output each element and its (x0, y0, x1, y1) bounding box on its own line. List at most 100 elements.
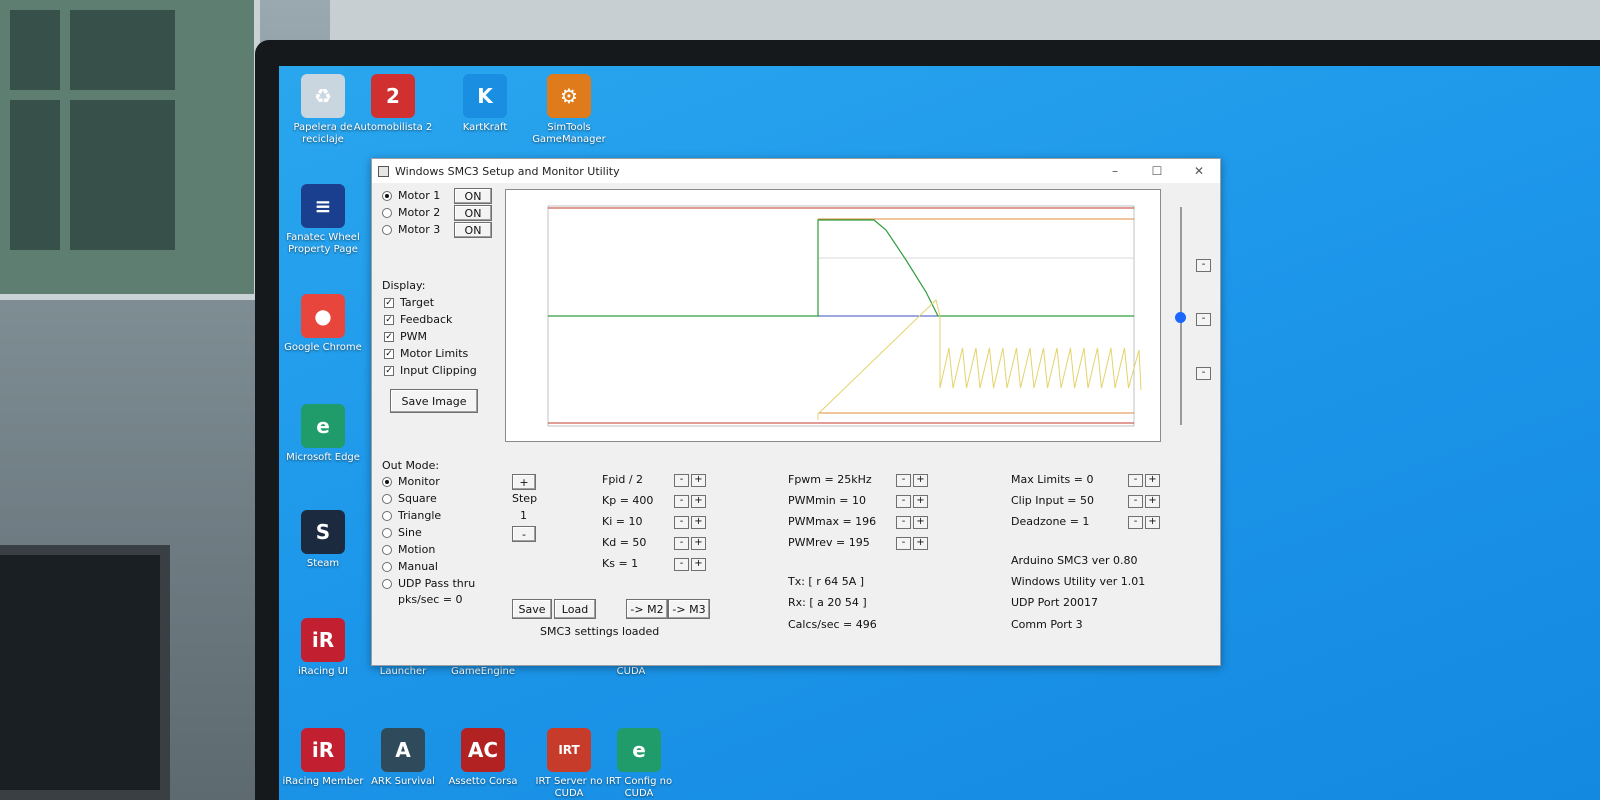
desktop-icon-ark[interactable]: A ARK Survival (361, 728, 445, 788)
pid-param-0: Fpid / 2 (602, 473, 644, 486)
out-mode-udp-pass-thru-radio[interactable]: UDP Pass thru (382, 577, 475, 590)
pid-increment-button-4[interactable]: + (691, 558, 706, 571)
limits-decrement-button-2[interactable]: - (1128, 516, 1143, 529)
display-motor-limits-checkbox[interactable]: ✓ Motor Limits (384, 347, 468, 360)
radio-label: Triangle (398, 509, 442, 522)
pid-decrement-button-3[interactable]: - (674, 537, 689, 550)
out-mode-square-radio[interactable]: Square (382, 492, 437, 505)
motor-3-radio[interactable]: Motor 3 (382, 223, 440, 236)
step-label: Step (512, 492, 538, 505)
copy-to-m2-button[interactable]: -> M2 (626, 599, 668, 619)
scale-button-top[interactable]: - (1196, 259, 1211, 272)
motor-3-on-button[interactable]: ON (454, 222, 492, 238)
load-button[interactable]: Load (554, 599, 596, 619)
pid-decrement-button-1[interactable]: - (674, 495, 689, 508)
out-mode-motion-radio[interactable]: Motion (382, 543, 435, 556)
radio-indicator (382, 561, 392, 572)
minimize-button[interactable]: – (1094, 159, 1136, 183)
save-button[interactable]: Save (512, 599, 552, 619)
motor-2-radio[interactable]: Motor 2 (382, 206, 440, 219)
display-input-clipping-checkbox[interactable]: ✓ Input Clipping (384, 364, 477, 377)
radio-indicator (382, 224, 392, 235)
close-button[interactable]: ✕ (1178, 159, 1220, 183)
desktop-icon-iracing-ui[interactable]: iR iRacing UI (281, 618, 365, 678)
limits-decrement-button-1[interactable]: - (1128, 495, 1143, 508)
copy-to-m3-button[interactable]: -> M3 (668, 599, 710, 619)
limits-increment-button-1[interactable]: + (1145, 495, 1160, 508)
desktop-icon-simtools[interactable]: ⚙ SimTools GameManager (527, 74, 611, 146)
maximize-button[interactable]: ☐ (1136, 159, 1178, 183)
pwm-decrement-button-2[interactable]: - (896, 516, 911, 529)
windows-desktop: ♻ Papelera de reciclaje 2 Automobilista 2KK… (279, 66, 1600, 800)
pwm-decrement-button-1[interactable]: - (896, 495, 911, 508)
out-mode-triangle-radio[interactable]: Triangle (382, 509, 441, 522)
desktop-icon-label: Steam (306, 558, 340, 569)
radio-indicator (382, 476, 392, 487)
pid-increment-button-1[interactable]: + (691, 495, 706, 508)
out-mode-manual-radio[interactable]: Manual (382, 560, 438, 573)
desktop-icon-chrome[interactable]: ● Google Chrome (281, 294, 365, 354)
target-trace (548, 219, 1134, 317)
pwm-increment-button-1[interactable]: + (913, 495, 928, 508)
desktop-icon-gameengine[interactable]: GameEngine (441, 666, 525, 678)
iracing-ui-icon: iR (301, 618, 345, 662)
pid-increment-button-0[interactable]: + (691, 474, 706, 487)
desktop-icon-ams2[interactable]: 2 Automobilista 2 (351, 74, 435, 134)
desktop-icon-kartkraft[interactable]: K KartKraft (443, 74, 527, 134)
window-titlebar[interactable]: Windows SMC3 Setup and Monitor Utility –… (372, 159, 1220, 183)
checkbox-label: Motor Limits (400, 347, 469, 360)
desktop-icon-assetto[interactable]: AC Assetto Corsa (441, 728, 525, 788)
motor-2-on-button[interactable]: ON (454, 205, 492, 221)
step-minus-button[interactable]: - (512, 526, 536, 542)
desktop-icon-launcher[interactable]: Launcher (361, 666, 445, 678)
checkbox-label: PWM (400, 330, 428, 343)
desktop-icon-cuda1[interactable]: CUDA (589, 666, 673, 678)
pwm-decrement-button-3[interactable]: - (896, 537, 911, 550)
radio-label: UDP Pass thru (398, 577, 476, 590)
radio-indicator (382, 207, 392, 218)
pwm-increment-button-2[interactable]: + (913, 516, 928, 529)
desktop-icon-irt-config[interactable]: e IRT Config no CUDA (597, 728, 681, 800)
chrome-icon: ● (301, 294, 345, 338)
window-content: - - - Display: Save Image Out Mode: pks/… (372, 183, 1220, 665)
arduino-version: Arduino SMC3 ver 0.80 (1011, 554, 1138, 567)
limits-param-1: Clip Input = 50 (1011, 494, 1094, 507)
display-target-checkbox[interactable]: ✓ Target (384, 296, 434, 309)
checkbox-box: ✓ (384, 348, 394, 359)
pid-decrement-button-0[interactable]: - (674, 474, 689, 487)
desktop-icon-edge[interactable]: e Microsoft Edge (281, 404, 365, 464)
display-pwm-checkbox[interactable]: ✓ PWM (384, 330, 427, 343)
pwm-increment-button-3[interactable]: + (913, 537, 928, 550)
limits-increment-button-0[interactable]: + (1145, 474, 1160, 487)
motor-1-radio[interactable]: Motor 1 (382, 189, 440, 202)
pid-increment-button-2[interactable]: + (691, 516, 706, 529)
radio-indicator (382, 527, 392, 538)
radio-indicator (382, 544, 392, 555)
limits-increment-button-2[interactable]: + (1145, 516, 1160, 529)
desktop-icon-fanatec[interactable]: ≡ Fanatec Wheel Property Page (281, 184, 365, 256)
step-plus-button[interactable]: + (512, 474, 536, 490)
pwm-increment-button-0[interactable]: + (913, 474, 928, 487)
ams2-icon: 2 (371, 74, 415, 118)
radio-label: Sine (398, 526, 422, 539)
save-image-button[interactable]: Save Image (390, 389, 478, 413)
scale-button-middle[interactable]: - (1196, 313, 1211, 326)
pid-decrement-button-4[interactable]: - (674, 558, 689, 571)
out-mode-sine-radio[interactable]: Sine (382, 526, 422, 539)
out-mode-monitor-radio[interactable]: Monitor (382, 475, 440, 488)
pwm-decrement-button-0[interactable]: - (896, 474, 911, 487)
desktop-icon-label: Automobilista 2 (353, 122, 433, 133)
app-icon (378, 165, 389, 177)
desktop-icon-label: Assetto Corsa (448, 776, 518, 787)
display-feedback-checkbox[interactable]: ✓ Feedback (384, 313, 452, 326)
desktop-icon-steam[interactable]: S Steam (281, 510, 365, 570)
checkbox-label: Input Clipping (400, 364, 477, 377)
limits-decrement-button-0[interactable]: - (1128, 474, 1143, 487)
desktop-icon-iracing-member[interactable]: iR iRacing Member (281, 728, 365, 788)
scale-button-bottom[interactable]: - (1196, 367, 1211, 380)
pid-increment-button-3[interactable]: + (691, 537, 706, 550)
pid-decrement-button-2[interactable]: - (674, 516, 689, 529)
vertical-slider-thumb[interactable] (1175, 312, 1186, 323)
radio-indicator (382, 190, 392, 201)
motor-1-on-button[interactable]: ON (454, 188, 492, 204)
